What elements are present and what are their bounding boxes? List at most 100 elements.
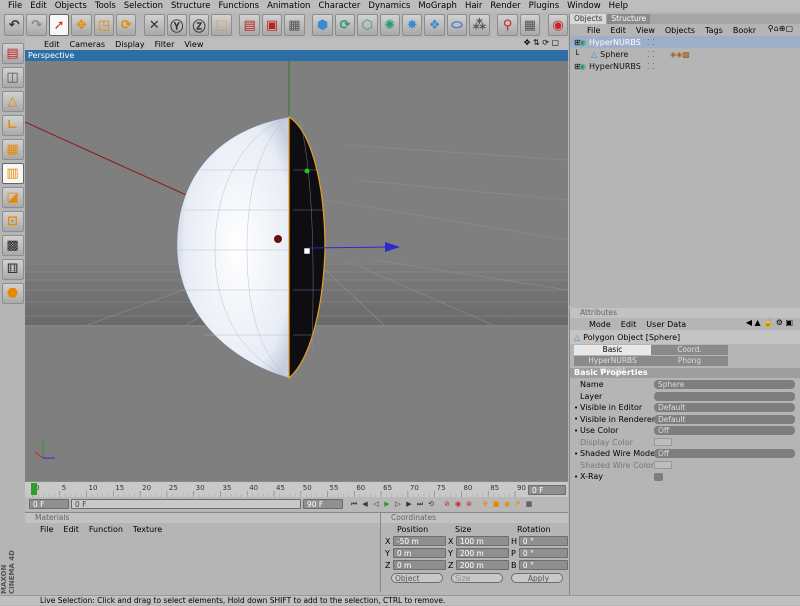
scene-icon[interactable]: ⁂ (469, 14, 490, 36)
cube-icon[interactable]: ⬢ (312, 14, 333, 36)
size-field[interactable]: 200 m (455, 548, 509, 558)
camera-icon[interactable]: ⚲ (497, 14, 518, 36)
attribute-value[interactable]: Default (654, 403, 795, 413)
prev-frame-icon[interactable]: ◁ (371, 499, 381, 509)
menu-tools[interactable]: Tools (91, 0, 120, 12)
menu-animation[interactable]: Animation (263, 0, 314, 12)
max-frame-field[interactable]: 90 F (303, 499, 343, 509)
visibility-dots-icon[interactable]: ⁚ ⁚ (647, 38, 655, 47)
size-field[interactable]: 100 m (455, 536, 509, 546)
viewport-menu-display[interactable]: Display (110, 40, 150, 49)
menu-edit[interactable]: Edit (26, 0, 50, 12)
loop-icon[interactable]: ⟲ (426, 499, 436, 509)
environment-icon[interactable]: ⬭ (446, 14, 468, 36)
attribute-value[interactable] (654, 391, 795, 401)
rotation-field[interactable]: 0 ° (518, 536, 569, 546)
record-keys-icon[interactable]: ⊘ (442, 499, 452, 509)
object-name[interactable]: Sphere (600, 50, 628, 59)
objects-menu-file[interactable]: File (582, 26, 605, 35)
tab-objects[interactable]: Objects (570, 14, 607, 24)
attribute-value[interactable]: Off (654, 449, 795, 459)
move-icon[interactable]: ✥ (71, 14, 92, 36)
object-row[interactable]: └ △ Sphere ⁚ ⁚ ◈◈▩ (570, 48, 800, 60)
menu-mograph[interactable]: MoGraph (414, 0, 461, 12)
menu-help[interactable]: Help (605, 0, 632, 12)
light-icon[interactable]: ▦ (519, 14, 541, 36)
objects-search-icon[interactable]: ⚲⌂⊕▢ (763, 24, 798, 33)
viewport-menu-cameras[interactable]: Cameras (65, 40, 111, 49)
y-axis-handle[interactable] (304, 168, 310, 174)
object-name[interactable]: HyperNURBS (589, 62, 641, 71)
attributes-menu-mode[interactable]: Mode (584, 320, 616, 329)
array-icon[interactable]: ⬡ (357, 14, 378, 36)
size-field[interactable]: 200 m (455, 560, 509, 570)
viewport-menu-filter[interactable]: Filter (150, 40, 180, 49)
use-polygon-tool-icon[interactable]: ▦ (1, 139, 24, 160)
viewport[interactable]: Perspective (25, 50, 568, 481)
y-axis-lock-icon[interactable]: Ⓨ (166, 14, 187, 36)
animation-dot-icon[interactable]: • (574, 450, 578, 458)
rotation-key-icon[interactable]: ◉ (502, 499, 512, 509)
timeline[interactable]: 0 5 10 15 20 25 30 35 40 45 50 55 60 65 70 75 80 85 90 0 F (25, 481, 568, 498)
attributes-nav-icons[interactable]: ◀ ▲ 🔒 ⚙ ▣ (741, 318, 798, 327)
objects-menu-view[interactable]: View (631, 26, 660, 35)
objects-menu-bookr[interactable]: Bookr (728, 26, 761, 35)
coordinate-system-icon[interactable]: ⬚ (211, 14, 232, 36)
objects-menu-objects[interactable]: Objects (660, 26, 700, 35)
use-edge-tool-icon[interactable]: ∟ (1, 115, 24, 136)
visibility-dots-icon[interactable]: ⁚ ⁚ (647, 50, 655, 59)
attributes-menu-user-data[interactable]: User Data (641, 320, 691, 329)
scale-icon[interactable]: ◳ (93, 14, 115, 36)
tab-coord[interactable]: Coord. (651, 345, 728, 355)
object-name[interactable]: HyperNURBS (589, 38, 641, 47)
axis-tool-icon[interactable]: ⊡ (1, 211, 24, 232)
nurbs-icon[interactable]: ⟳ (334, 14, 356, 36)
x-axis-lock-icon[interactable]: ✕ (144, 14, 165, 36)
prev-key-icon[interactable]: ◀ (360, 499, 370, 509)
position-field[interactable]: 0 m (392, 560, 446, 570)
redo-icon[interactable]: ↷ (26, 14, 47, 36)
tab-hypernurbs-weight[interactable]: HyperNURBS Weight (574, 356, 651, 375)
z-axis-lock-icon[interactable]: Ⓩ (188, 14, 210, 36)
goto-end-icon[interactable]: ⏭ (415, 499, 425, 509)
goto-start-icon[interactable]: ⏮ (349, 499, 359, 509)
tree-expander-icon[interactable]: ⊞ (574, 38, 581, 47)
materials-menu-function[interactable]: Function (84, 525, 128, 534)
materials-menu-file[interactable]: File (35, 525, 58, 534)
viewport-navigation[interactable]: ✥ ⇅ ⟳ ▢ (519, 38, 564, 47)
attributes-menu-edit[interactable]: Edit (616, 320, 642, 329)
axis-handle[interactable] (274, 235, 282, 243)
attribute-value[interactable]: Sphere (654, 380, 795, 390)
xray-checkbox[interactable] (654, 472, 663, 481)
visibility-dots-icon[interactable]: ⁚ ⁚ (647, 62, 655, 71)
rotate-icon[interactable]: ⟳ (116, 14, 137, 36)
keyframe-selection-icon[interactable]: ⊛ (464, 499, 474, 509)
attribute-value[interactable]: Default (654, 414, 795, 424)
menu-window[interactable]: Window (563, 0, 605, 12)
objects-menu-edit[interactable]: Edit (605, 26, 631, 35)
timeline-playhead[interactable] (31, 483, 37, 495)
live-selection-icon[interactable]: ➚ (48, 14, 70, 36)
autokey-icon[interactable]: ◉ (453, 499, 463, 509)
rotation-field[interactable]: 0 ° (518, 560, 569, 570)
tree-expander-icon[interactable]: ⊞ (574, 62, 581, 71)
attribute-value[interactable]: Off (654, 426, 795, 436)
coord-mode-select[interactable]: Object (391, 573, 443, 583)
use-model-tool-icon[interactable]: ▤ (1, 43, 24, 64)
color-swatch[interactable] (654, 461, 672, 470)
apply-button[interactable]: Apply (511, 573, 563, 583)
materials-menu-edit[interactable]: Edit (58, 525, 84, 534)
color-swatch[interactable] (654, 438, 672, 447)
checker-icon[interactable]: ▩ (1, 235, 24, 256)
animation-dot-icon[interactable]: • (574, 415, 578, 423)
menu-structure[interactable]: Structure (167, 0, 215, 12)
object-axis-handle[interactable] (303, 247, 311, 255)
current-frame-field[interactable]: 0 F (71, 499, 301, 509)
object-row[interactable]: ⊞ ◉ HyperNURBS ⁚ ⁚ (570, 36, 800, 48)
coord-size-select[interactable]: Size (451, 573, 503, 583)
render-picture-viewer-icon[interactable]: ▣ (261, 14, 283, 36)
start-frame-field[interactable]: 0 F (29, 499, 69, 509)
render-settings-icon[interactable]: ▦ (284, 14, 305, 36)
menu-hair[interactable]: Hair (461, 0, 486, 12)
object-tool-icon[interactable]: ◫ (1, 67, 24, 88)
